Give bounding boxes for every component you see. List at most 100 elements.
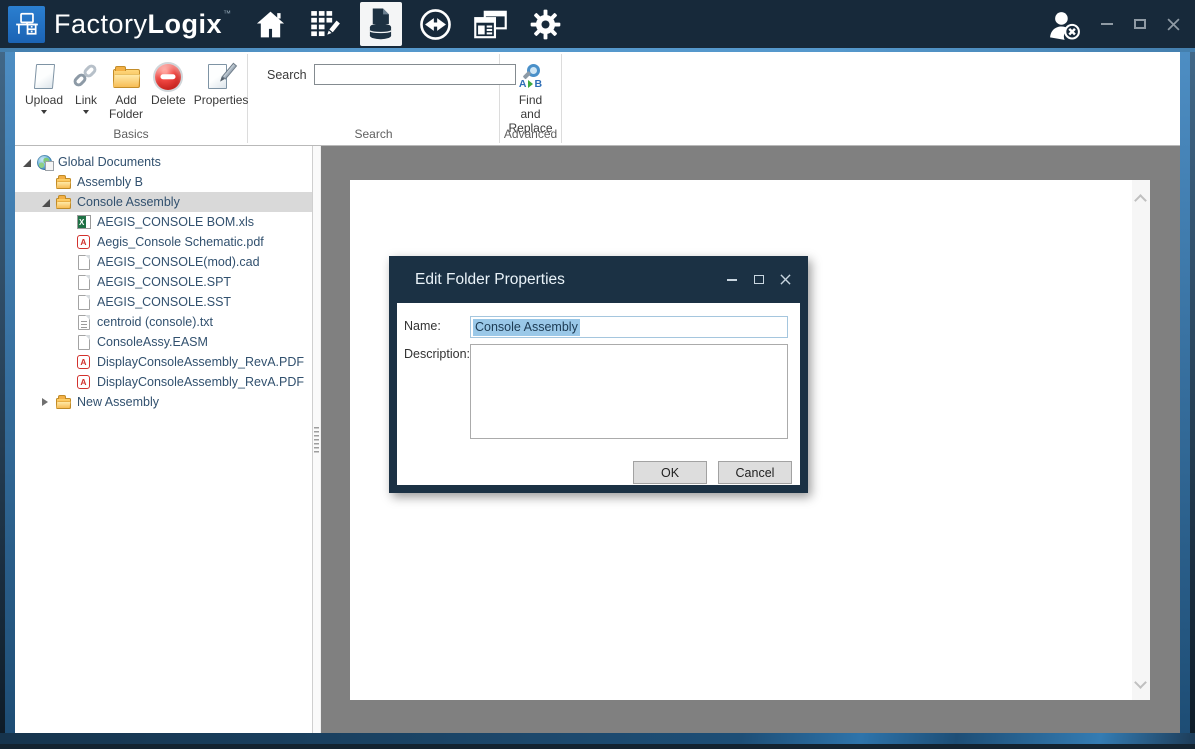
panel-splitter[interactable]: [313, 146, 321, 733]
advanced-group-label: Advanced: [500, 127, 561, 141]
close-button[interactable]: [1165, 14, 1181, 34]
add-folder-label: Add Folder: [109, 93, 143, 121]
tree-item-file[interactable]: AEGIS_CONSOLE BOM.xls: [15, 212, 312, 232]
properties-label: Properties: [194, 93, 249, 107]
user-disconnect-icon: [1046, 9, 1082, 40]
nav-production-button[interactable]: [415, 0, 457, 48]
tree-item-label: AEGIS_CONSOLE.SPT: [97, 275, 231, 289]
gear-icon: [530, 9, 561, 40]
nav-home-button[interactable]: [250, 0, 292, 48]
tree-item-file[interactable]: AEGIS_CONSOLE.SPT: [15, 272, 312, 292]
expander-spacer: [59, 376, 71, 388]
ok-button[interactable]: OK: [633, 461, 707, 484]
tree-item-label: AEGIS_CONSOLE BOM.xls: [97, 215, 254, 229]
scroll-down-icon[interactable]: [1134, 676, 1147, 689]
main-nav: [250, 0, 567, 48]
collapse-expander-icon[interactable]: [20, 156, 32, 168]
ribbon-group-search: Search Search: [248, 54, 500, 143]
collapse-expander-icon[interactable]: [39, 196, 51, 208]
expander-spacer: [59, 296, 71, 308]
windows-icon: [474, 10, 507, 39]
ribbon-group-basics: Upload Link Add Folder Delete: [15, 54, 248, 143]
minimize-icon: [727, 279, 737, 281]
tree-item-new-assembly[interactable]: New Assembly: [15, 392, 312, 412]
nav-documents-button[interactable]: [360, 2, 402, 46]
tree-item-label: Console Assembly: [77, 195, 180, 209]
delete-label: Delete: [151, 93, 186, 107]
home-icon: [255, 10, 286, 39]
description-field-label: Description:: [404, 347, 470, 361]
tree-item-file[interactable]: DisplayConsoleAssembly_RevA.PDF: [15, 372, 312, 392]
add-folder-button[interactable]: Add Folder: [105, 56, 147, 121]
tree-item-label: Aegis_Console Schematic.pdf: [97, 235, 264, 249]
user-session-button[interactable]: [1046, 14, 1082, 34]
upload-button[interactable]: Upload: [21, 56, 67, 114]
dialog-close-button[interactable]: [779, 272, 792, 288]
pdf-file-icon: [75, 234, 92, 251]
tree-item-label: Assembly B: [77, 175, 143, 189]
green-arrow-icon: [528, 80, 533, 88]
delete-button[interactable]: Delete: [147, 56, 190, 107]
properties-icon: [208, 63, 234, 90]
upload-label: Upload: [25, 93, 63, 107]
delete-icon: [155, 64, 181, 90]
file-icon: [75, 294, 92, 311]
tree-item-global-documents[interactable]: Global Documents: [15, 152, 312, 172]
folder-icon: [55, 194, 72, 211]
dialog-maximize-button[interactable]: [752, 272, 765, 288]
tree-item-file[interactable]: AEGIS_CONSOLE(mod).cad: [15, 252, 312, 272]
close-icon: [1167, 18, 1180, 31]
maximize-icon: [1134, 19, 1146, 29]
document-preview-area: Edit Folder Properties Name: Console Ass…: [321, 146, 1180, 733]
nav-reports-button[interactable]: [470, 0, 512, 48]
document-library-icon: [365, 7, 396, 41]
edit-folder-properties-dialog: Edit Folder Properties Name: Console Ass…: [389, 256, 808, 493]
close-icon: [780, 274, 791, 285]
add-folder-icon: [113, 69, 140, 88]
maximize-button[interactable]: [1132, 14, 1148, 34]
dialog-body: Name: Console Assembly Description: OK C…: [397, 303, 800, 485]
tree-item-file[interactable]: centroid (console).txt: [15, 312, 312, 332]
expander-spacer: [59, 336, 71, 348]
dialog-minimize-button[interactable]: [725, 272, 738, 288]
expander-spacer: [59, 316, 71, 328]
folder-description-input[interactable]: [470, 344, 788, 439]
window-border-right: [1180, 52, 1195, 733]
expander-spacer: [39, 176, 51, 188]
file-icon: [75, 254, 92, 271]
link-button[interactable]: Link: [67, 56, 105, 114]
text-file-icon: [75, 314, 92, 331]
expander-spacer: [59, 236, 71, 248]
scroll-up-icon[interactable]: [1134, 194, 1147, 207]
nav-planning-button[interactable]: [305, 0, 347, 48]
tree-item-assembly-b[interactable]: Assembly B: [15, 172, 312, 192]
tree-item-file[interactable]: ConsoleAssy.EASM: [15, 332, 312, 352]
expander-spacer: [59, 356, 71, 368]
minimize-button[interactable]: [1099, 14, 1115, 34]
tree-item-file[interactable]: Aegis_Console Schematic.pdf: [15, 232, 312, 252]
tree-item-console-assembly[interactable]: Console Assembly: [15, 192, 312, 212]
upload-icon: [33, 64, 54, 89]
properties-button[interactable]: Properties: [190, 56, 253, 107]
file-icon: [75, 274, 92, 291]
circle-arrows-icon: [419, 8, 452, 41]
folder-name-input[interactable]: Console Assembly: [470, 316, 788, 338]
file-icon: [75, 334, 92, 351]
nav-settings-button[interactable]: [525, 0, 567, 48]
ribbon-group-advanced: AB Find and Replace Advanced: [500, 54, 562, 143]
search-input[interactable]: [314, 64, 516, 85]
tree-item-file[interactable]: AEGIS_CONSOLE.SST: [15, 292, 312, 312]
link-icon: [71, 63, 101, 90]
window-border-bottom: [0, 733, 1195, 749]
expand-expander-icon[interactable]: [39, 396, 51, 408]
selected-text: Console Assembly: [473, 319, 580, 336]
tree-item-file[interactable]: DisplayConsoleAssembly_RevA.PDF: [15, 352, 312, 372]
brand-factory: Factory: [54, 9, 148, 39]
search-label: Search: [267, 68, 307, 82]
minimize-icon: [1101, 23, 1113, 25]
app-window: FactoryLogix™: [0, 0, 1195, 749]
vertical-scrollbar[interactable]: [1132, 180, 1150, 700]
tree-item-label: centroid (console).txt: [97, 315, 213, 329]
find-and-replace-button[interactable]: AB Find and Replace: [504, 56, 558, 135]
cancel-button[interactable]: Cancel: [718, 461, 792, 484]
